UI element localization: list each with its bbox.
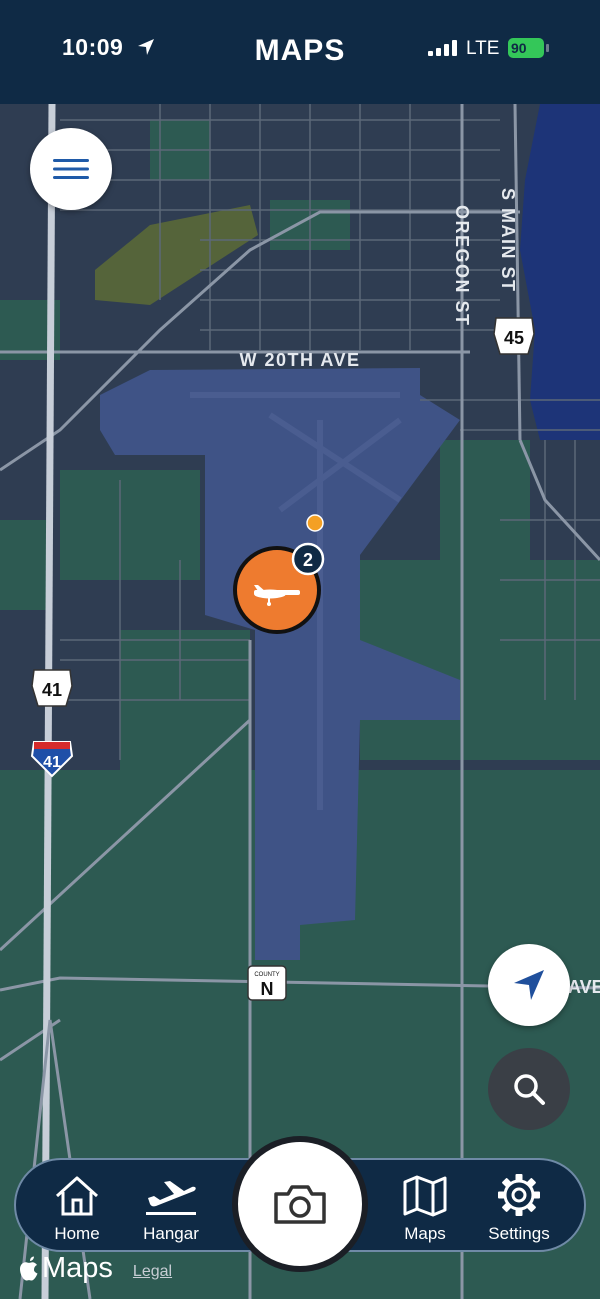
tab-home[interactable]: Home	[32, 1172, 122, 1244]
water-area	[520, 104, 600, 440]
house-icon	[55, 1176, 99, 1216]
tab-label-hangar: Hangar	[143, 1224, 199, 1243]
locate-me-button[interactable]	[488, 944, 570, 1026]
signal-icon	[428, 40, 457, 56]
tab-settings[interactable]: Settings	[474, 1172, 564, 1244]
camera-icon	[274, 1185, 326, 1224]
location-dot[interactable]	[306, 514, 324, 532]
folded-map-icon	[403, 1175, 447, 1217]
county-shield-n: COUNTY N	[247, 965, 287, 1001]
svg-text:41: 41	[43, 754, 61, 771]
location-arrow-icon	[514, 970, 544, 1000]
svg-text:45: 45	[504, 328, 524, 348]
camera-button[interactable]	[232, 1136, 368, 1272]
street-label-oregon: OREGON ST	[452, 205, 472, 327]
map-attribution: Maps Legal	[18, 1252, 172, 1285]
street-label-main: S MAIN ST	[498, 188, 518, 293]
battery-level: 90	[511, 40, 527, 56]
search-button[interactable]	[488, 1048, 570, 1130]
route-shield-us45: 45	[493, 317, 535, 355]
tab-maps[interactable]: Maps	[380, 1172, 470, 1244]
hamburger-menu-icon	[53, 159, 89, 179]
legal-link[interactable]: Legal	[133, 1263, 172, 1281]
magnifier-icon	[514, 1074, 545, 1105]
apple-logo-icon	[20, 1256, 38, 1281]
status-bar: 10:09 MAPS LTE 90	[0, 0, 600, 104]
svg-text:N: N	[261, 979, 274, 999]
count-badge-value: 2	[303, 550, 313, 570]
aircraft-marker[interactable]: 2	[233, 542, 325, 634]
svg-text:41: 41	[42, 680, 62, 700]
street-label-ave: AVE	[568, 977, 600, 997]
tab-label-settings: Settings	[488, 1224, 550, 1243]
maps-brand: Maps	[42, 1252, 113, 1284]
route-shield-us41: 41	[31, 669, 73, 707]
svg-text:COUNTY: COUNTY	[254, 972, 279, 978]
airplane-takeoff-icon	[146, 1181, 196, 1215]
tab-hangar[interactable]: Hangar	[126, 1172, 216, 1244]
tab-label-home: Home	[54, 1224, 100, 1243]
battery-cap	[546, 44, 549, 52]
gear-icon	[498, 1174, 540, 1216]
battery-icon: 90	[508, 38, 544, 58]
street-label-w20th: W 20TH AVE	[239, 350, 360, 370]
network-type: LTE	[466, 38, 500, 59]
tab-label-maps: Maps	[404, 1224, 446, 1243]
menu-button[interactable]	[30, 128, 112, 210]
